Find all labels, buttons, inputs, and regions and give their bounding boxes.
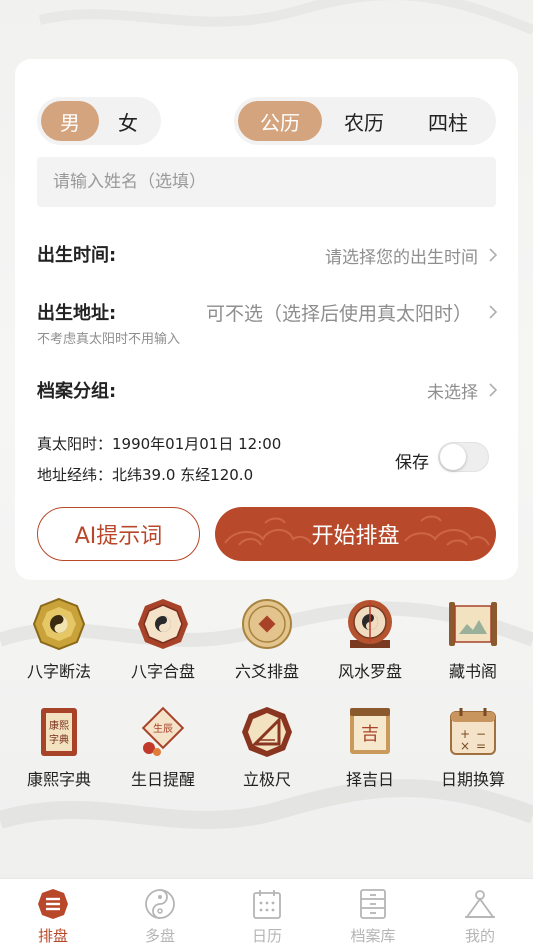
gender-male-option[interactable]: 男 — [41, 101, 99, 141]
tab-label: 档案库 — [350, 927, 396, 945]
date-calc-icon: + − × = — [450, 708, 496, 755]
coin-icon — [242, 599, 292, 649]
solar-time-info: 真太阳时：1990年01月01日 12:00 — [37, 435, 282, 453]
calendar-ji-icon: 吉 — [350, 708, 390, 754]
svg-text:吉: 吉 — [361, 724, 379, 745]
svg-text:×: × — [460, 739, 470, 753]
tool-label: 立极尺 — [242, 770, 291, 789]
calendar-type-selector: 公历 农历 四柱 — [234, 97, 496, 145]
tab-archive[interactable]: 档案库 — [320, 879, 426, 948]
tool-label: 八字合盘 — [130, 662, 195, 681]
calendar-icon — [253, 890, 281, 919]
tool-label: 日期换算 — [440, 770, 505, 789]
form-card: 男 女 公历 农历 四柱 出生时间: 请选择您的出生时间 出生地址: 可不选（选… — [15, 59, 518, 580]
start-chart-button[interactable]: 开始排盘 — [215, 507, 496, 561]
gender-female-option[interactable]: 女 — [99, 101, 157, 141]
birth-place-label: 出生地址: — [37, 303, 117, 324]
bagua-octagon-icon — [138, 599, 188, 649]
tab-label: 排盘 — [37, 927, 68, 945]
svg-text:康熙: 康熙 — [49, 719, 69, 732]
compass-icon — [348, 600, 392, 648]
calendar-four-pillars-option[interactable]: 四柱 — [406, 101, 490, 141]
tab-label: 日历 — [251, 927, 282, 945]
save-toggle[interactable] — [438, 442, 489, 472]
paipan-icon — [38, 889, 68, 919]
chevron-right-icon — [489, 305, 498, 319]
toggle-knob — [440, 444, 466, 470]
scroll-icon — [449, 602, 497, 646]
save-label: 保存 — [395, 453, 429, 473]
ruler-icon — [242, 707, 292, 757]
tool-fengshui-compass[interactable]: 风水罗盘 — [320, 596, 420, 682]
calendar-solar-option[interactable]: 公历 — [238, 101, 322, 141]
tool-bazi-method[interactable]: 八字断法 — [9, 596, 109, 682]
birth-time-label: 出生时间: — [37, 245, 117, 266]
birth-place-hint: 不考虑真太阳时不用输入 — [37, 332, 181, 347]
yin-yang-icon — [145, 889, 175, 919]
tool-label: 择吉日 — [345, 770, 394, 789]
ai-prompt-button[interactable]: AI提示词 — [37, 507, 200, 561]
bagua-gold-icon — [32, 597, 86, 651]
tool-bazi-match[interactable]: 八字合盘 — [113, 596, 213, 682]
tool-liji-ruler[interactable]: 立极尺 — [217, 704, 317, 790]
tool-liuyao[interactable]: 六爻排盘 — [217, 596, 317, 682]
coordinates-info: 地址经纬：北纬39.0 东经120.0 — [37, 466, 254, 484]
tab-multi-chart[interactable]: 多盘 — [107, 879, 213, 948]
tool-kangxi-dictionary[interactable]: 康熙 字典 康熙字典 — [9, 704, 109, 790]
tool-auspicious-day[interactable]: 吉 择吉日 — [320, 704, 420, 790]
tool-date-conversion[interactable]: + − × = 日期换算 — [423, 704, 523, 790]
tool-label: 藏书阁 — [448, 662, 497, 681]
name-input[interactable] — [37, 157, 496, 207]
tab-calendar[interactable]: 日历 — [214, 879, 320, 948]
tab-profile[interactable]: 我的 — [427, 879, 533, 948]
birth-place-picker[interactable]: 可不选（选择后使用真太阳时） — [206, 299, 472, 326]
tab-label: 多盘 — [144, 927, 175, 945]
chevron-right-icon — [489, 383, 498, 397]
svg-text:=: = — [476, 739, 486, 753]
profile-icon — [465, 890, 495, 918]
tool-label: 风水罗盘 — [337, 662, 402, 681]
tool-label: 六爻排盘 — [234, 662, 299, 681]
svg-text:字典: 字典 — [49, 733, 69, 746]
cabinet-icon — [360, 889, 386, 919]
archive-group-label: 档案分组: — [37, 381, 117, 402]
chevron-right-icon — [489, 248, 498, 262]
tool-label: 生日提醒 — [130, 770, 195, 789]
tool-library[interactable]: 藏书阁 — [423, 596, 523, 682]
dictionary-icon: 康熙 字典 — [41, 708, 77, 756]
tab-paipan[interactable]: 排盘 — [0, 879, 106, 948]
bottom-tab-bar: 排盘 多盘 日历 档案库 我的 — [0, 878, 533, 948]
calendar-lunar-option[interactable]: 农历 — [322, 101, 406, 141]
start-chart-label: 开始排盘 — [311, 524, 400, 549]
tab-label: 我的 — [464, 927, 495, 945]
birthday-icon: 生辰 — [141, 706, 185, 756]
svg-text:生辰: 生辰 — [153, 722, 173, 735]
tool-label: 康熙字典 — [26, 770, 91, 789]
gender-selector: 男 女 — [37, 97, 161, 145]
archive-group-picker[interactable]: 未选择 — [427, 378, 478, 403]
birth-time-picker[interactable]: 请选择您的出生时间 — [325, 243, 478, 268]
tool-birthday-reminder[interactable]: 生辰 生日提醒 — [113, 704, 213, 790]
tool-label: 八字断法 — [26, 662, 91, 681]
